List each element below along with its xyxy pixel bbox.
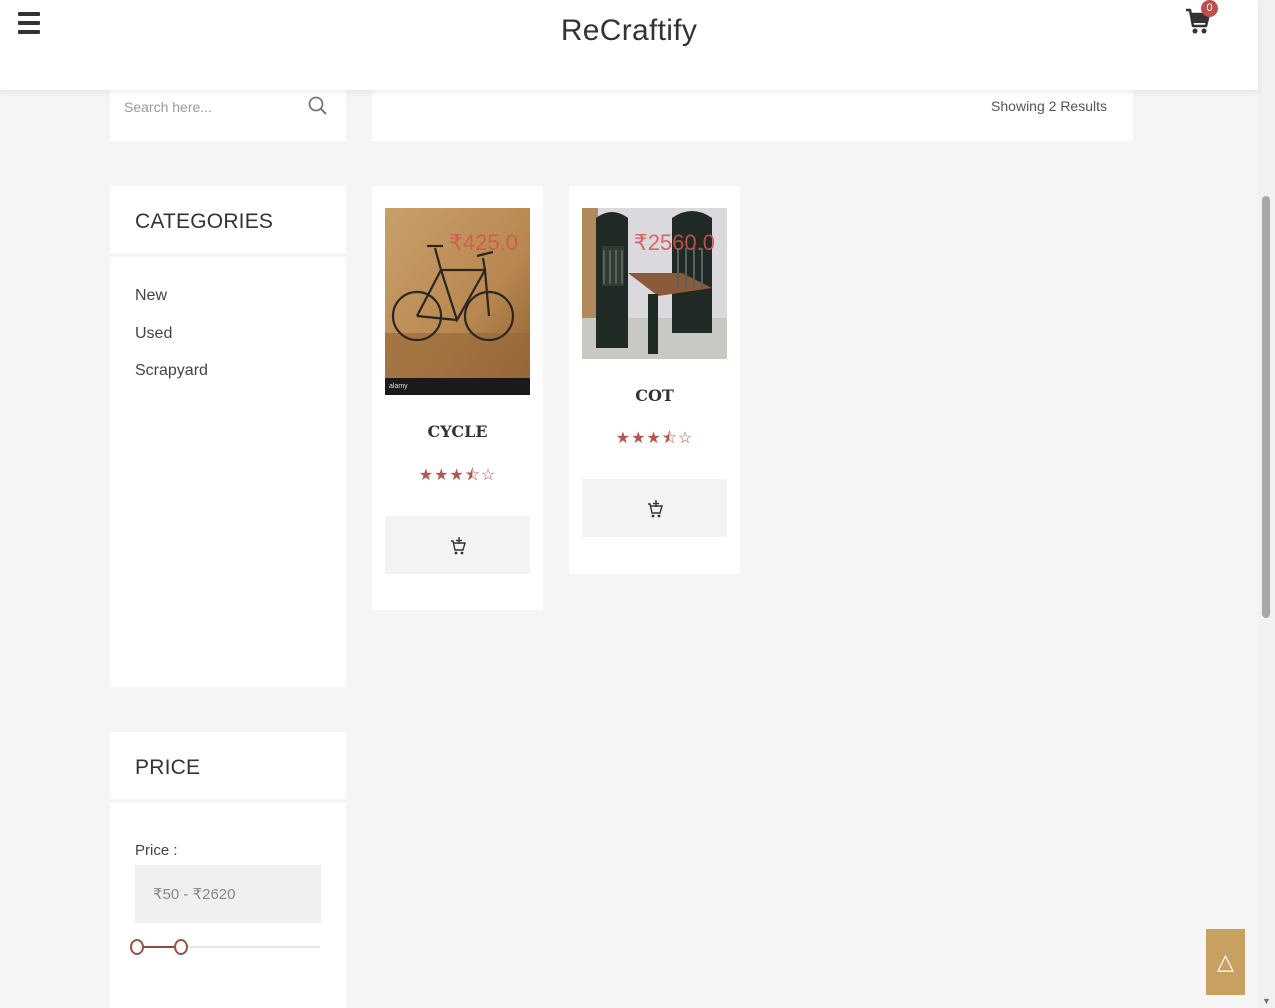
product-name[interactable]: COT <box>569 386 740 405</box>
results-count: Showing 2 Results <box>991 98 1107 114</box>
brand-title[interactable]: ReCraftify <box>0 14 1258 48</box>
cart-button[interactable]: 0 <box>1185 0 1218 40</box>
search-input[interactable] <box>124 92 304 122</box>
category-item-new[interactable]: New <box>135 287 346 325</box>
add-to-cart-icon <box>647 500 663 518</box>
price-range-field[interactable]: ₹50 - ₹2620 <box>135 865 321 923</box>
product-name[interactable]: CYCLE <box>372 422 543 441</box>
product-image-cycle[interactable]: alamy ₹425.0 <box>385 208 530 395</box>
product-rating-stars: ★★★⯪☆ <box>418 467 497 484</box>
price-label: Price : <box>135 842 178 859</box>
top-header: ReCraftify 0 <box>0 0 1258 90</box>
categories-title: CATEGORIES <box>110 186 346 257</box>
categories-panel: CATEGORIES New Used Scrapyard <box>110 186 346 687</box>
scrollbar-thumb[interactable] <box>1262 196 1270 618</box>
price-panel: PRICE Price : ₹50 - ₹2620 <box>110 732 346 1008</box>
search-icon[interactable] <box>306 94 330 118</box>
category-list: New Used Scrapyard <box>110 257 346 400</box>
scroll-down-arrow-icon[interactable]: ▼ <box>1262 996 1271 1006</box>
slider-max-handle[interactable] <box>174 939 188 955</box>
slider-min-handle[interactable] <box>130 939 144 955</box>
product-rating-stars: ★★★⯪☆ <box>615 430 694 447</box>
triangle-up-icon: △ <box>1217 949 1234 974</box>
product-price: ₹425.0 <box>448 230 518 255</box>
price-title: PRICE <box>110 732 346 803</box>
product-price: ₹2560.0 <box>633 230 715 255</box>
category-item-used[interactable]: Used <box>135 325 346 363</box>
page-scrollbar[interactable]: ▼ <box>1258 0 1275 1008</box>
product-image-cot[interactable]: ₹2560.0 <box>582 208 727 359</box>
add-to-cart-button[interactable] <box>385 516 530 574</box>
scroll-to-top-button[interactable]: △ <box>1206 929 1245 995</box>
svg-text:alamy: alamy <box>389 383 408 390</box>
product-card[interactable]: alamy ₹425.0 CYCLE ★★★⯪☆ <box>372 186 543 610</box>
add-to-cart-icon <box>450 537 466 555</box>
add-to-cart-button[interactable] <box>582 479 727 537</box>
price-slider[interactable] <box>130 937 320 957</box>
category-item-scrapyard[interactable]: Scrapyard <box>135 362 346 400</box>
cart-count-badge: 0 <box>1201 0 1218 17</box>
product-card[interactable]: ₹2560.0 COT ★★★⯪☆ <box>569 186 740 574</box>
